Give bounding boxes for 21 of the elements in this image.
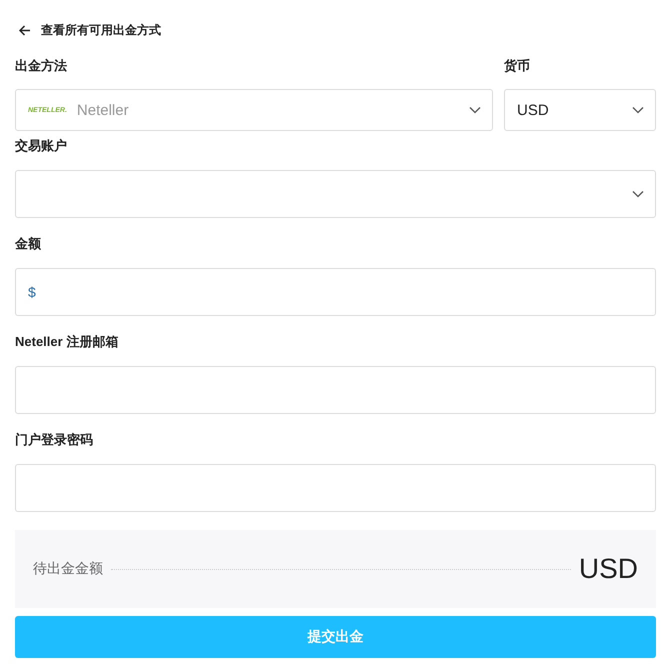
select-placeholder: Neteller [76,102,129,118]
select-field[interactable] [15,170,656,218]
select-value: USD [517,102,549,118]
summary-value: USD [578,553,638,585]
field-label: 门户登录密码 [15,431,94,449]
chevron-down-icon [632,190,644,198]
field-label: Neteller 注册邮箱 [15,333,120,351]
chevron-down-icon [632,106,644,114]
field-label: 交易账户 [15,137,68,155]
field-label: 出金方法 [15,57,68,75]
currency-prefix: $ [28,284,36,300]
input-field[interactable]: $ [15,268,656,316]
back-link[interactable]: 查看所有可用出金方式 [15,20,161,40]
back-arrow-icon [19,24,31,36]
summary-label: 待出金金额 [33,560,103,578]
input-field[interactable] [15,366,656,414]
select-field[interactable]: USD [504,89,656,131]
field-label: 货币 [504,57,531,75]
input-field[interactable] [15,464,656,512]
chevron-down-icon [469,106,481,114]
field-label: 金额 [15,235,42,253]
